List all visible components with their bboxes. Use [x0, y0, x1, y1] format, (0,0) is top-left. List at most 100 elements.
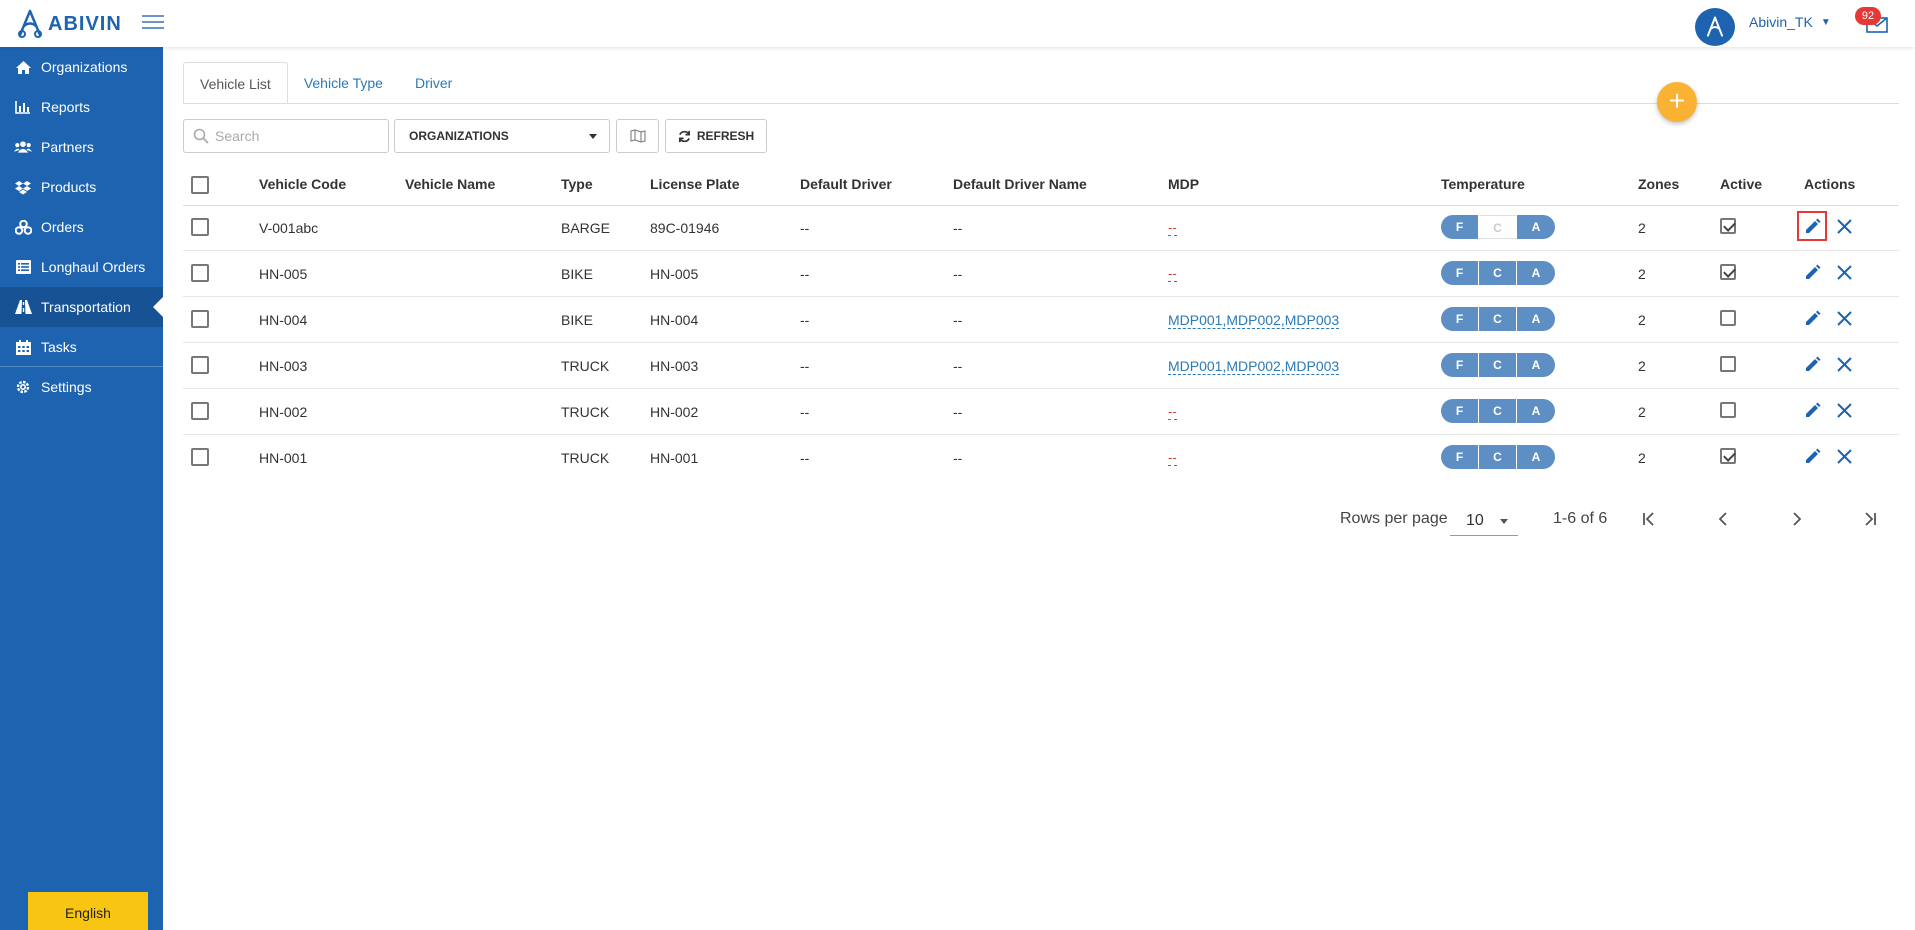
column-header-type[interactable]: Type — [561, 176, 593, 192]
refresh-button[interactable]: REFRESH — [665, 119, 767, 153]
organizations-select[interactable]: ORGANIZATIONS — [394, 119, 610, 153]
sidebar-item-tasks[interactable]: Tasks — [0, 327, 163, 367]
row-select-checkbox[interactable] — [191, 218, 209, 236]
column-header-active[interactable]: Active — [1720, 176, 1762, 192]
mail-count-badge: 92 — [1855, 7, 1881, 25]
map-view-button[interactable] — [616, 119, 659, 153]
active-checkbox[interactable] — [1720, 402, 1736, 418]
language-button[interactable]: English — [28, 892, 148, 930]
tab-vehicle-list[interactable]: Vehicle List — [183, 62, 288, 104]
tab-bar: Vehicle List Vehicle Type Driver — [183, 62, 468, 104]
sidebar-item-label: Transportation — [41, 299, 131, 315]
sidebar-item-label: Tasks — [41, 339, 77, 355]
column-header-mdp[interactable]: MDP — [1168, 176, 1199, 192]
edit-button[interactable] — [1797, 395, 1827, 425]
tab-vehicle-type[interactable]: Vehicle Type — [288, 62, 399, 104]
default-driver: -- — [800, 266, 810, 282]
pencil-icon — [1805, 310, 1820, 325]
sidebar-item-partners[interactable]: Partners — [0, 127, 163, 167]
column-header-default-driver[interactable]: Default Driver — [800, 176, 892, 192]
temp-chip-c: C — [1479, 445, 1517, 469]
user-avatar[interactable] — [1695, 8, 1735, 46]
sidebar-item-label: Partners — [41, 139, 94, 155]
temp-chip-a: A — [1517, 353, 1555, 377]
edit-button[interactable] — [1797, 441, 1827, 471]
default-driver: -- — [800, 312, 810, 328]
row-select-checkbox[interactable] — [191, 264, 209, 282]
row-select-checkbox[interactable] — [191, 448, 209, 466]
active-checkbox[interactable] — [1720, 218, 1736, 234]
first-page-button[interactable] — [1635, 505, 1663, 533]
edit-button[interactable] — [1797, 349, 1827, 379]
close-icon — [1836, 356, 1852, 372]
delete-button[interactable] — [1834, 262, 1854, 282]
license-plate: HN-002 — [650, 404, 699, 420]
mdp-link[interactable]: MDP001,MDP002,MDP003 — [1168, 312, 1340, 329]
search-box[interactable] — [183, 119, 389, 153]
mdp-link[interactable]: -- — [1168, 405, 1177, 420]
delete-button[interactable] — [1834, 400, 1854, 420]
delete-button[interactable] — [1834, 354, 1854, 374]
sidebar-item-label: Products — [41, 179, 97, 195]
sidebar-item-reports[interactable]: Reports — [0, 87, 163, 127]
last-page-button[interactable] — [1856, 505, 1884, 533]
edit-button[interactable] — [1797, 303, 1827, 333]
edit-button[interactable] — [1797, 211, 1827, 241]
row-select-checkbox[interactable] — [191, 402, 209, 420]
column-header-vehicle-name[interactable]: Vehicle Name — [405, 176, 495, 192]
select-all-checkbox[interactable] — [191, 176, 209, 194]
abivin-logo[interactable]: ABIVIN — [16, 7, 122, 41]
tab-driver[interactable]: Driver — [399, 62, 468, 104]
edit-button[interactable] — [1797, 257, 1827, 287]
column-header-license-plate[interactable]: License Plate — [650, 176, 740, 192]
sidebar-item-settings[interactable]: Settings — [0, 367, 163, 407]
mdp-link[interactable]: MDP001,MDP002,MDP003 — [1168, 358, 1340, 375]
close-icon — [1836, 448, 1852, 464]
chevron-left-icon — [1718, 512, 1727, 526]
sidebar-item-longhaul-orders[interactable]: Longhaul Orders — [0, 247, 163, 287]
delete-button[interactable] — [1834, 308, 1854, 328]
user-menu[interactable]: Abivin_TK ▼ — [1749, 14, 1831, 30]
menu-toggle-icon[interactable] — [142, 11, 164, 31]
delete-button[interactable] — [1834, 446, 1854, 466]
active-checkbox[interactable] — [1720, 264, 1736, 280]
active-checkbox[interactable] — [1720, 310, 1736, 326]
sidebar-item-transportation[interactable]: Transportation — [0, 287, 163, 327]
delete-button[interactable] — [1834, 216, 1854, 236]
active-checkbox[interactable] — [1720, 448, 1736, 464]
table-header-divider — [183, 205, 1899, 206]
vehicle-type: BARGE — [561, 220, 611, 236]
rows-per-page-select[interactable]: 10 — [1450, 506, 1518, 536]
column-header-temperature[interactable]: Temperature — [1441, 176, 1525, 192]
sidebar-item-organizations[interactable]: Organizations — [0, 47, 163, 87]
sidebar-item-orders[interactable]: Orders — [0, 207, 163, 247]
temp-chip-a: A — [1517, 215, 1555, 239]
temp-chip-f: F — [1441, 399, 1479, 423]
temp-chip-c: C — [1479, 399, 1517, 423]
default-driver: -- — [800, 404, 810, 420]
previous-page-button[interactable] — [1709, 505, 1737, 533]
temp-chip-f: F — [1441, 353, 1479, 377]
mdp-link[interactable]: -- — [1168, 451, 1177, 466]
row-select-checkbox[interactable] — [191, 310, 209, 328]
next-page-button[interactable] — [1783, 505, 1811, 533]
add-vehicle-button[interactable]: + — [1657, 82, 1697, 122]
mdp-link[interactable]: -- — [1168, 221, 1177, 236]
row-select-checkbox[interactable] — [191, 356, 209, 374]
search-input[interactable] — [215, 128, 375, 144]
pagination-range: 1-6 of 6 — [1553, 510, 1608, 527]
list-icon — [14, 258, 32, 276]
column-header-default-driver-name[interactable]: Default Driver Name — [953, 176, 1087, 192]
mdp-link[interactable]: -- — [1168, 267, 1177, 282]
row-divider — [183, 296, 1899, 297]
column-header-zones[interactable]: Zones — [1638, 176, 1679, 192]
calendar-icon — [14, 338, 32, 356]
temp-chip-f: F — [1441, 261, 1479, 285]
sidebar-item-label: Orders — [41, 219, 84, 235]
sidebar-item-products[interactable]: Products — [0, 167, 163, 207]
zones-count: 2 — [1638, 266, 1646, 282]
vehicle-code: HN-004 — [259, 312, 308, 328]
column-header-vehicle-code[interactable]: Vehicle Code — [259, 176, 346, 192]
active-checkbox[interactable] — [1720, 356, 1736, 372]
caret-down-icon — [1500, 519, 1508, 524]
